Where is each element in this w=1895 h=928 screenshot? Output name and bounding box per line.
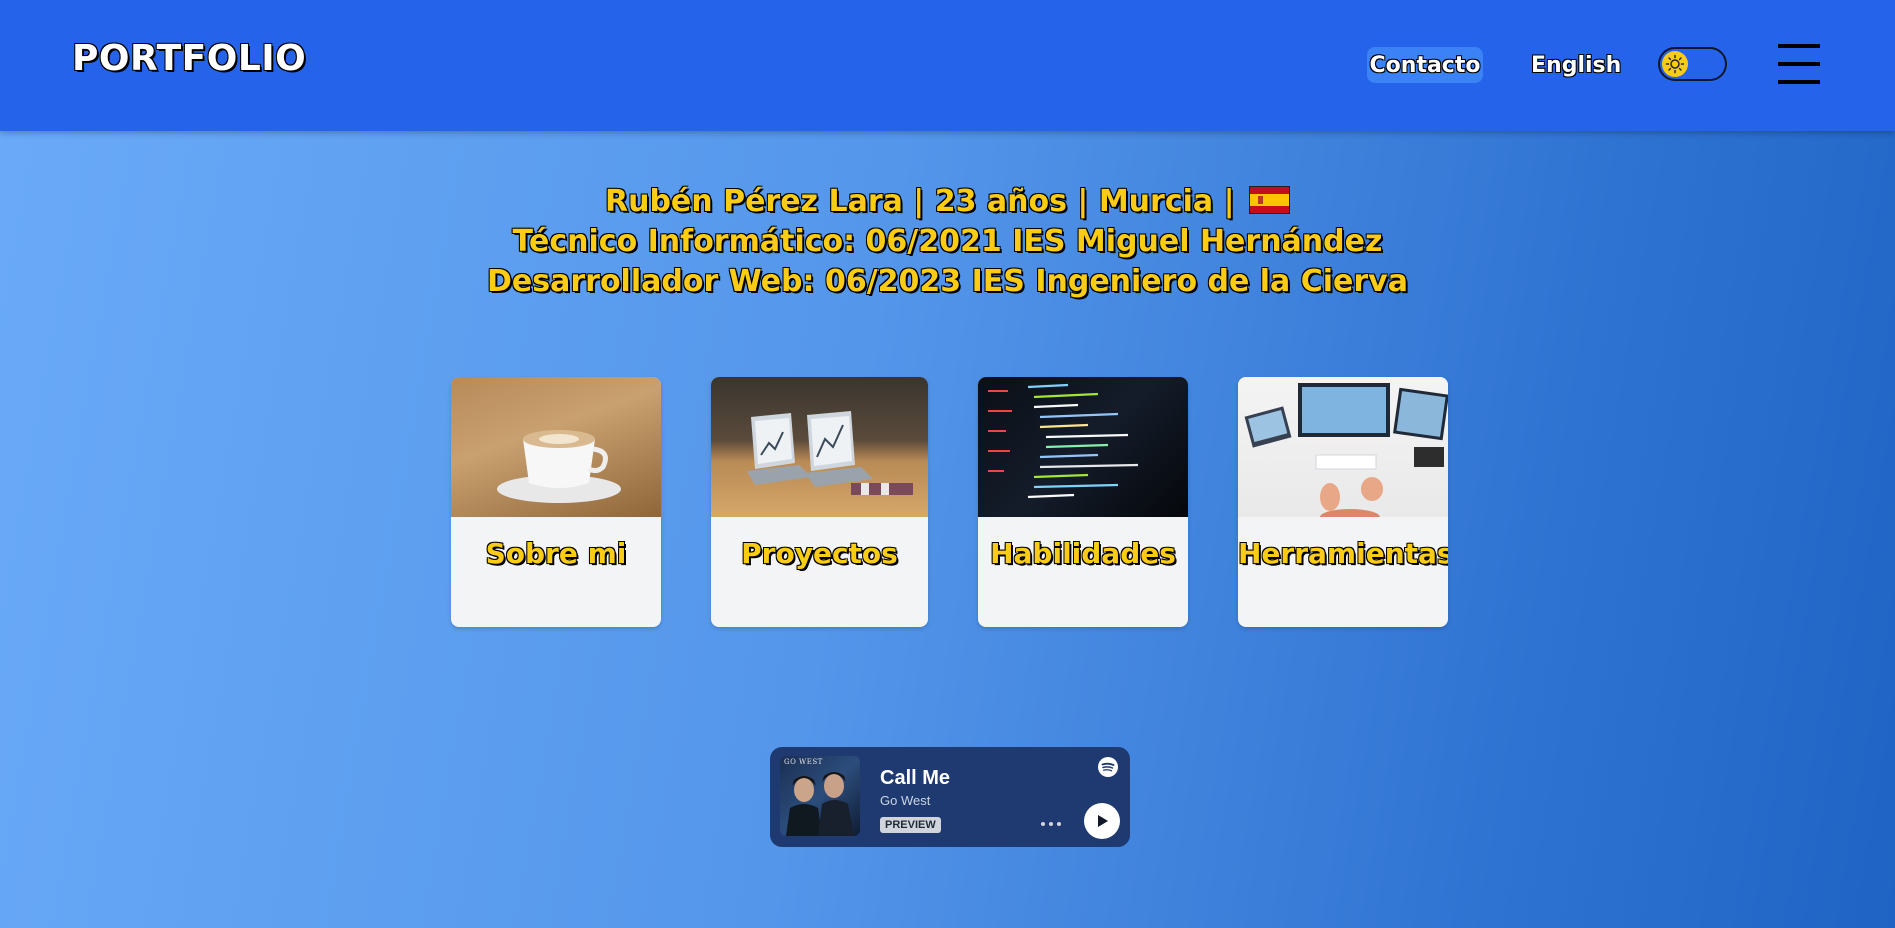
card-label: Herramientas — [1238, 537, 1448, 570]
spain-flag-icon — [1248, 186, 1290, 214]
hamburger-menu-icon[interactable] — [1778, 42, 1820, 86]
sun-icon — [1662, 51, 1688, 77]
brand-logo[interactable]: PORTFOLIO — [72, 38, 306, 79]
song-title[interactable]: Call Me — [880, 767, 950, 790]
theme-toggle[interactable] — [1658, 47, 1727, 81]
card-habilidades[interactable]: Habilidades — [978, 377, 1188, 627]
play-button[interactable] — [1084, 803, 1120, 839]
card-sobre-mi[interactable]: Sobre mi — [451, 377, 661, 627]
card-label: Sobre mi — [485, 537, 627, 570]
hero-name-text: Rubén Pérez Lara | 23 años | Murcia | — [605, 184, 1235, 219]
contact-button[interactable]: Contacto — [1367, 47, 1483, 83]
album-cover[interactable]: GO WEST — [780, 756, 860, 836]
hero-line-technician: Técnico Informático: 06/2021 IES Miguel … — [512, 224, 1383, 259]
card-proyectos[interactable]: Proyectos — [711, 377, 928, 627]
code-screen-image — [978, 377, 1188, 517]
more-dots-icon[interactable] — [1038, 815, 1064, 827]
laptops-desk-image — [711, 377, 928, 517]
card-herramientas[interactable]: Herramientas — [1238, 377, 1448, 627]
spotify-icon[interactable] — [1098, 757, 1118, 777]
song-artist[interactable]: Go West — [880, 793, 930, 808]
coffee-cup-image — [451, 377, 661, 517]
navbar: PORTFOLIO Contacto English — [0, 0, 1895, 131]
card-label: Habilidades — [990, 537, 1176, 570]
spotify-embed-player: GO WEST Call Me Go West PREVIEW — [770, 747, 1130, 847]
card-label: Proyectos — [741, 537, 898, 570]
play-icon — [1098, 815, 1108, 827]
preview-badge: PREVIEW — [880, 817, 941, 833]
workstation-monitors-image — [1238, 377, 1448, 517]
language-switch-button[interactable]: English — [1525, 47, 1627, 83]
hero-line-name: Rubén Pérez Lara | 23 años | Murcia | — [0, 182, 1895, 222]
hero-line-webdev: Desarrollador Web: 06/2023 IES Ingeniero… — [487, 264, 1408, 299]
hero-section: Rubén Pérez Lara | 23 años | Murcia | Té… — [0, 182, 1895, 302]
